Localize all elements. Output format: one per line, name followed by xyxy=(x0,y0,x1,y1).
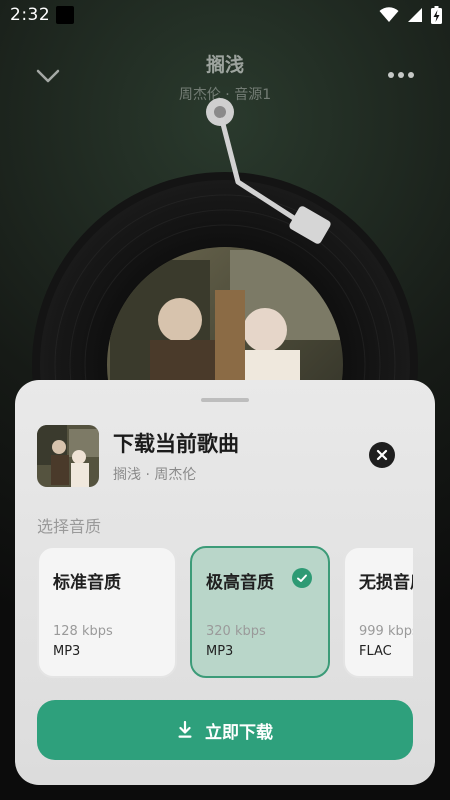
sheet-title: 下载当前歌曲 xyxy=(113,432,239,456)
quality-format: MP3 xyxy=(206,644,234,659)
download-sheet: 下载当前歌曲 搁浅 · 周杰伦 选择音质 标准音质 128 kbps MP3 极… xyxy=(15,380,435,785)
more-horizontal-icon[interactable] xyxy=(388,72,414,82)
wifi-icon xyxy=(379,7,399,22)
battery-icon xyxy=(431,6,442,24)
notification-icon xyxy=(56,6,74,24)
sheet-subtitle: 搁浅 · 周杰伦 xyxy=(113,467,197,483)
close-icon xyxy=(376,449,388,461)
song-cover xyxy=(37,425,99,487)
check-icon xyxy=(292,568,312,588)
download-icon xyxy=(178,721,192,738)
quality-option-high[interactable]: 极高音质 320 kbps MP3 xyxy=(190,546,330,678)
quality-format: MP3 xyxy=(53,644,81,659)
quality-option-standard[interactable]: 标准音质 128 kbps MP3 xyxy=(37,546,177,678)
sheet-drag-handle[interactable] xyxy=(201,398,249,402)
quality-name: 标准音质 xyxy=(53,573,121,593)
quality-name: 极高音质 xyxy=(206,573,274,593)
signal-icon xyxy=(408,8,422,22)
quality-option-lossless[interactable]: 无损音质 999 kbps FLAC xyxy=(343,546,413,678)
quality-options: 标准音质 128 kbps MP3 极高音质 320 kbps MP3 无损音质… xyxy=(37,546,413,678)
status-bar: 2:32 xyxy=(0,0,450,32)
status-icons xyxy=(379,6,442,24)
tonearm xyxy=(206,98,331,244)
quality-name: 无损音质 xyxy=(359,573,413,593)
quality-bitrate: 320 kbps xyxy=(206,624,266,639)
quality-format: FLAC xyxy=(359,644,392,659)
close-button[interactable] xyxy=(369,442,395,468)
status-time: 2:32 xyxy=(10,5,51,25)
download-button[interactable]: 立即下载 xyxy=(37,700,413,760)
quality-section-label: 选择音质 xyxy=(37,517,102,536)
song-title: 搁浅 xyxy=(205,54,244,76)
download-button-label: 立即下载 xyxy=(205,722,273,743)
quality-bitrate: 128 kbps xyxy=(53,624,113,639)
quality-bitrate: 999 kbps xyxy=(359,624,413,639)
